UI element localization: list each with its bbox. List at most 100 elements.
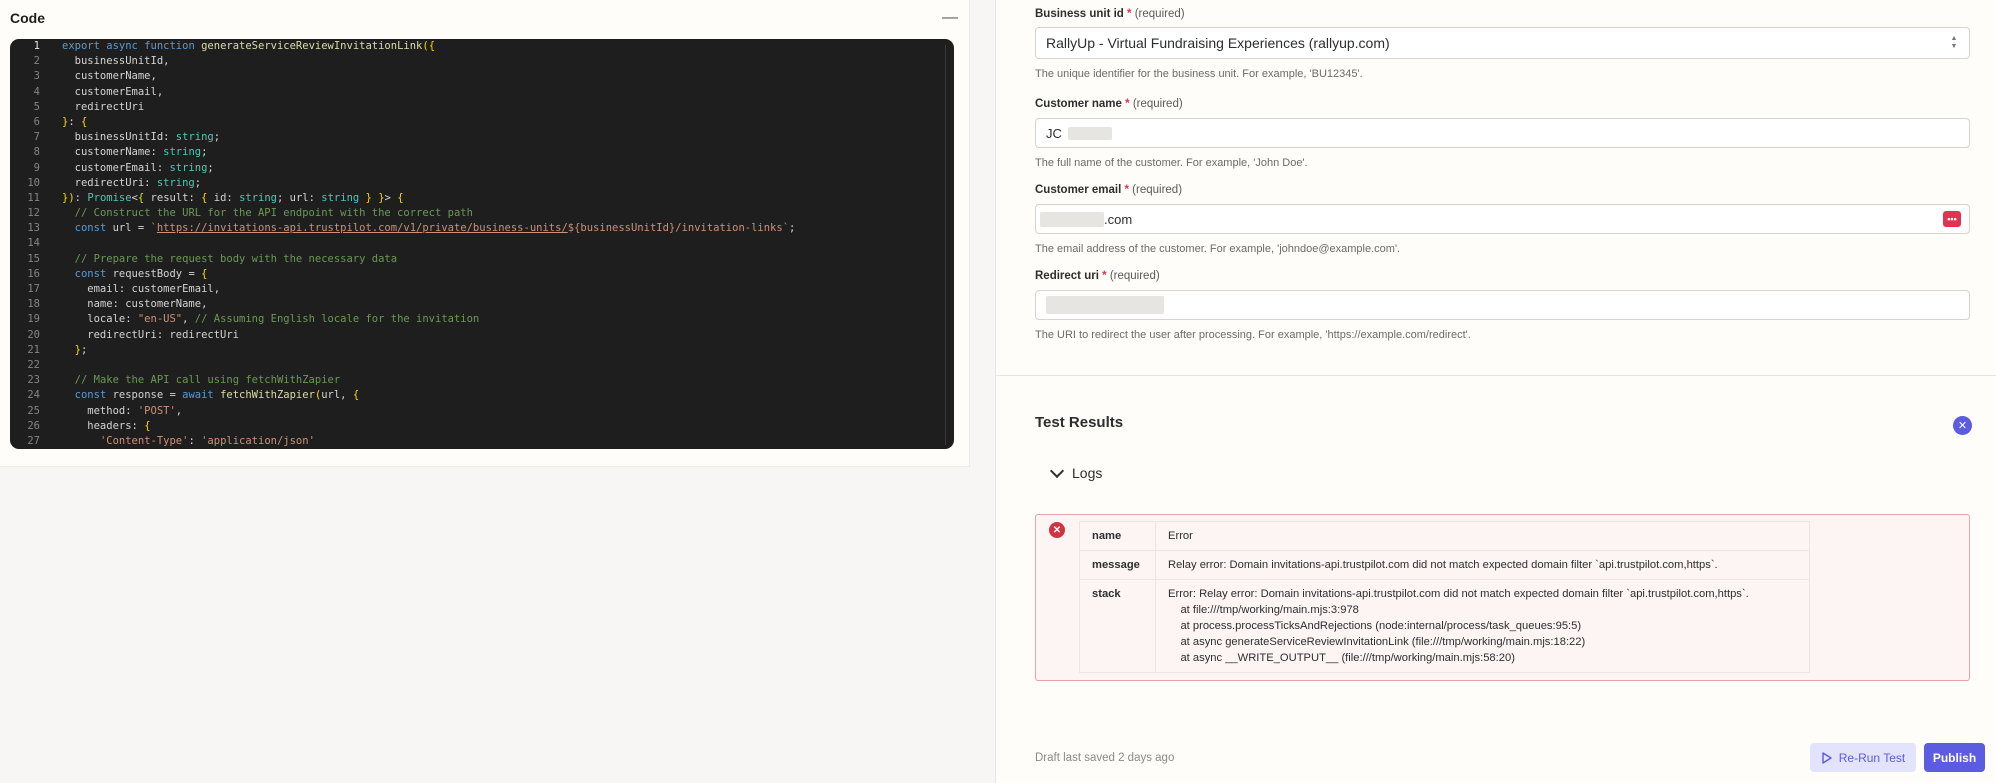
customer-name-label-text: Customer name [1035, 98, 1122, 110]
logs-toggle[interactable]: Logs [1049, 463, 1103, 481]
redirect-uri-help: The URI to redirect the user after proce… [1035, 329, 1471, 341]
line-number: 20 [27, 328, 40, 341]
customer-name-input[interactable]: JC [1035, 118, 1970, 148]
customer-email-input[interactable]: .com ••• [1035, 204, 1970, 234]
error-value: Relay error: Domain invitations-api.trus… [1155, 550, 1810, 580]
code-line: 1 export async function generateServiceRe… [10, 39, 954, 54]
password-manager-icon[interactable]: ••• [1943, 211, 1961, 227]
code-line: 11 }): Promise<{ result: { id: string; ur… [10, 191, 954, 206]
logs-label: Logs [1072, 465, 1103, 481]
required-hint: (required) [1132, 184, 1183, 196]
redacted-block [1067, 126, 1112, 140]
code-line: 27 'Content-Type': 'application/json' [10, 434, 954, 449]
field-redirect-uri: Redirect uri * (required) The URI to red… [1035, 268, 1970, 342]
code-panel: Code — 1 export async function generateSe… [0, 0, 970, 467]
business-unit-select[interactable]: RallyUp - Virtual Fundraising Experience… [1035, 27, 1970, 59]
line-number: 21 [27, 343, 40, 356]
code-line: 2 businessUnitId, [10, 54, 954, 69]
error-icon: ✕ [1049, 522, 1065, 538]
line-number: 11 [27, 191, 40, 204]
code-line: 16 const requestBody = { [10, 267, 954, 282]
error-key: name [1079, 521, 1156, 551]
editor-scrollbar[interactable] [945, 45, 946, 445]
required-mark: * [1125, 98, 1130, 110]
code-line: 7 businessUnitId: string; [10, 130, 954, 145]
code-text: email: customerEmail, [62, 283, 221, 295]
minus-icon[interactable]: — [941, 9, 959, 27]
error-value: Error [1155, 521, 1810, 551]
code-line: 25 method: 'POST', [10, 404, 954, 419]
code-line: 18 name: customerName, [10, 297, 954, 312]
publish-button[interactable]: Publish [1924, 743, 1985, 772]
code-text: }): Promise<{ result: { id: string; url:… [62, 191, 404, 204]
line-number: 15 [27, 252, 40, 265]
code-text: customerEmail: string; [62, 161, 214, 174]
line-number: 3 [33, 70, 40, 83]
code-text: customerName: string; [62, 146, 208, 159]
code-editor[interactable]: 1 export async function generateServiceRe… [10, 39, 954, 449]
line-number: 7 [33, 131, 40, 144]
code-text: }; [74, 343, 88, 356]
line-number: 26 [27, 419, 40, 432]
code-text: export async function generateServiceRev… [62, 40, 436, 52]
line-number: 24 [27, 389, 40, 402]
line-number: 19 [27, 313, 40, 326]
line-number: 5 [33, 100, 40, 113]
line-number: 6 [33, 115, 40, 128]
code-text: name: customerName, [62, 298, 208, 311]
code-line: 10 redirectUri: string; [10, 176, 954, 191]
line-number: 2 [33, 55, 40, 68]
code-line: 15 // Prepare the request body with the … [10, 252, 954, 267]
code-text: // Construct the URL for the API endpoin… [74, 207, 473, 220]
line-number: 27 [27, 434, 40, 447]
code-text: businessUnitId, [62, 55, 170, 68]
error-key: message [1079, 550, 1156, 580]
code-panel-title: Code [10, 10, 45, 26]
required-hint: (required) [1134, 8, 1185, 20]
code-line: 24 const response = await fetchWithZapie… [10, 388, 954, 403]
required-hint: (required) [1109, 270, 1160, 282]
customer-email-help: The email address of the customer. For e… [1035, 243, 1401, 255]
code-line: 23 // Make the API call using fetchWithZ… [10, 373, 954, 388]
code-line: 22 [10, 358, 954, 373]
error-log: ✕ name Error message Relay error: Domain… [1035, 514, 1970, 681]
rerun-test-button[interactable]: Re-Run Test [1810, 743, 1916, 772]
code-text: // Make the API call using fetchWithZapi… [74, 374, 341, 387]
table-row: stack Error: Relay error: Domain invitat… [1079, 579, 1810, 673]
code-line: 12 // Construct the URL for the API endp… [10, 206, 954, 221]
line-number: 17 [27, 283, 40, 295]
code-line: 21 }; [10, 343, 954, 358]
field-customer-email: Customer email * (required) .com ••• The… [1035, 182, 1970, 256]
code-line: 20 redirectUri: redirectUri [10, 328, 954, 343]
required-mark: * [1124, 184, 1129, 196]
code-line: 6 }: { [10, 115, 954, 130]
code-line: 4 customerEmail, [10, 85, 954, 100]
code-line: 8 customerName: string; [10, 145, 954, 160]
code-text: method: 'POST', [62, 404, 183, 417]
test-results-title: Test Results [1035, 414, 1124, 431]
line-number: 8 [33, 146, 40, 159]
redirect-uri-input[interactable] [1035, 290, 1970, 320]
code-text: const requestBody = { [74, 267, 208, 280]
customer-name-value: JC [1046, 125, 1062, 141]
line-number: 16 [27, 267, 40, 280]
error-key: stack [1079, 579, 1156, 673]
table-row: message Relay error: Domain invitations-… [1079, 550, 1810, 580]
code-text: customerName, [62, 70, 157, 83]
code-text: }: { [62, 115, 88, 128]
code-line: 19 locale: "en-US", // Assuming English … [10, 312, 954, 327]
code-line: 14 [10, 236, 954, 251]
code-line: 9 customerEmail: string; [10, 161, 954, 176]
field-customer-name: Customer name * (required) JC The full n… [1035, 96, 1970, 170]
code-line: 3 customerName, [10, 69, 954, 84]
code-text: 'Content-Type': 'application/json' [99, 434, 315, 447]
required-hint: (required) [1132, 98, 1183, 110]
customer-name-label: Customer name * (required) [1035, 96, 1970, 112]
left-pane: Code — 1 export async function generateSe… [0, 0, 995, 783]
line-number: 22 [27, 358, 40, 371]
code-line: 26 headers: { [10, 419, 954, 434]
close-icon[interactable]: ✕ [1953, 416, 1972, 435]
line-number: 23 [27, 374, 40, 387]
error-stack: Error: Relay error: Domain invitations-a… [1155, 579, 1810, 673]
